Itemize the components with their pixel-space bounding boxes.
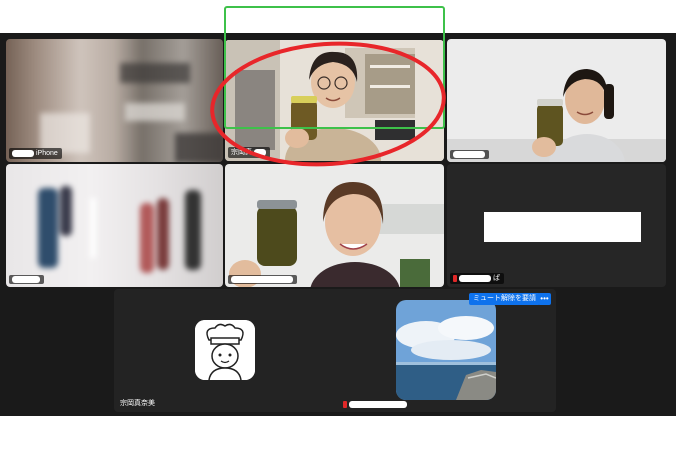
participant-name-tag: [340, 400, 411, 409]
participant-name-tag: ぱ: [450, 273, 504, 284]
redacted-name: [12, 150, 34, 157]
redacted-name: [231, 276, 293, 283]
video-tile-1[interactable]: iPhone: [6, 39, 223, 162]
participant-video-jar: [447, 39, 666, 162]
redacted-name: [349, 401, 407, 408]
participant-name-tag: [450, 150, 489, 159]
video-tile-5[interactable]: [225, 164, 444, 287]
muted-mic-icon: [453, 275, 457, 282]
request-unmute-button[interactable]: ミュート解除を要請: [469, 293, 540, 305]
seaside-avatar-image: [396, 300, 496, 400]
more-options-button[interactable]: •••: [538, 293, 551, 305]
chef-avatar-icon: [195, 320, 255, 380]
seaside-avatar-image: [396, 300, 496, 400]
blurred-room-video: [6, 164, 223, 287]
redacted-name: [459, 275, 491, 282]
participant-name-tag: [228, 275, 297, 284]
blurred-kitchen-video: [6, 39, 223, 162]
redacted-display-name: [484, 212, 641, 242]
video-tile-6[interactable]: ぱ: [447, 164, 666, 287]
participant-name-tag: iPhone: [9, 148, 62, 159]
video-tile-8[interactable]: [334, 289, 556, 412]
participant-name-tag: [9, 275, 44, 284]
chef-avatar-icon: [195, 320, 255, 380]
participant-video-jar: [225, 40, 444, 161]
muted-mic-icon: [343, 401, 347, 408]
redacted-name: [254, 149, 266, 156]
video-tile-2[interactable]: 宗岡真: [225, 40, 444, 161]
video-tile-4[interactable]: [6, 164, 223, 287]
participant-name-tag: 宗岡真: [228, 147, 270, 158]
video-tile-7[interactable]: 宗岡真奈美: [114, 289, 334, 412]
redacted-name: [453, 151, 485, 158]
participant-name-tag: 宗岡真奈美: [120, 400, 155, 407]
participant-video-jar: [225, 164, 444, 287]
video-tile-3[interactable]: [447, 39, 666, 162]
video-gallery: iPhone 宗岡真 ぱ 宗岡真奈美: [0, 33, 676, 416]
redacted-name: [12, 276, 40, 283]
